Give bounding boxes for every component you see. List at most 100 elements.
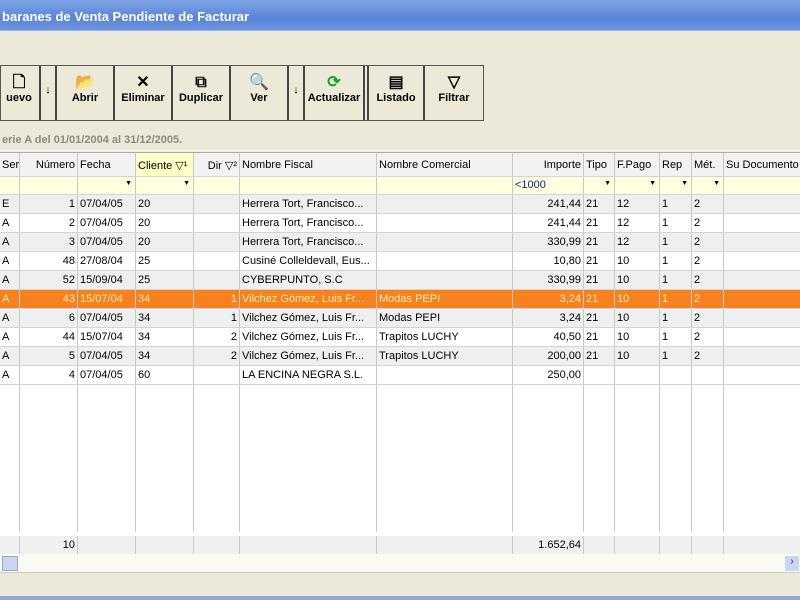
column-header[interactable]: Tipo [584, 153, 615, 176]
dropdown-arrow-icon[interactable]: ▼ [713, 180, 720, 187]
cell-2: 15/07/04 [78, 328, 136, 346]
cell-10 [660, 385, 692, 404]
cell-8 [584, 404, 615, 423]
table-row[interactable]: E 1 07/04/05 20 Herrera Tort, Francisco... 24… [0, 195, 800, 214]
dropdown-arrow-icon[interactable]: ▼ [649, 180, 656, 187]
dropdown-arrow-icon[interactable]: ▼ [183, 180, 190, 187]
empty-row[interactable] [0, 518, 800, 532]
table-row[interactable]: A 6 07/04/05 34 1 Vilchez Gómez, Luis Fr... Mo… [0, 309, 800, 328]
nuevo-dropdown-button[interactable]: ↓ [41, 66, 57, 120]
filter-cell[interactable] [20, 177, 78, 194]
duplicar-button[interactable]: ⧉ Duplicar [173, 66, 231, 120]
cell-9 [615, 442, 660, 461]
column-header[interactable]: Rep [660, 153, 692, 176]
cell-8 [584, 461, 615, 480]
table-row[interactable]: A 44 15/07/04 34 2 Vilchez Gómez, Luis Fr... T… [0, 328, 800, 347]
empty-row[interactable] [0, 480, 800, 499]
dropdown-arrow-icon[interactable]: ▼ [681, 180, 688, 187]
dropdown-arrow-icon[interactable]: ▼ [604, 180, 611, 187]
cell-9: 10 [615, 290, 660, 308]
cell-6 [377, 518, 513, 532]
cell-6 [377, 404, 513, 423]
cell-6 [377, 252, 513, 270]
table-row[interactable]: A 3 07/04/05 20 Herrera Tort, Francisco... 33… [0, 233, 800, 252]
empty-row[interactable] [0, 385, 800, 404]
empty-row[interactable] [0, 461, 800, 480]
cell-11 [692, 480, 724, 499]
filter-cell[interactable]: <1000 [513, 177, 584, 194]
empty-row[interactable] [0, 404, 800, 423]
column-header[interactable]: Ser [0, 153, 20, 176]
empty-row[interactable] [0, 442, 800, 461]
column-header[interactable]: Nombre Comercial [377, 153, 513, 176]
cell-4 [194, 499, 240, 518]
cell-7 [513, 385, 584, 404]
column-header[interactable]: Importe [513, 153, 584, 176]
column-header[interactable]: Número [20, 153, 78, 176]
column-header[interactable]: F.Pago [615, 153, 660, 176]
table-row[interactable]: A 48 27/08/04 25 Cusiné Colleldevall, Eus...… [0, 252, 800, 271]
filter-cell[interactable] [724, 177, 800, 194]
cell-7 [513, 461, 584, 480]
filter-cell[interactable] [240, 177, 377, 194]
cell-2: 07/04/05 [78, 366, 136, 384]
cell-11 [692, 518, 724, 532]
table-row[interactable]: A 43 15/07/04 34 1 Vilchez Gómez, Luis Fr... M… [0, 290, 800, 309]
abrir-button[interactable]: 📂 Abrir [57, 66, 115, 120]
cell-12 [724, 195, 800, 213]
table-row[interactable]: A 2 07/04/05 20 Herrera Tort, Francisco... 24… [0, 214, 800, 233]
filter-cell[interactable]: ▼ [136, 177, 194, 194]
table-row[interactable]: A 52 15/09/04 25 CYBERPUNTO, S.C 330,99 21 10 1 2 [0, 271, 800, 290]
filter-cell[interactable] [377, 177, 513, 194]
cell-8 [584, 423, 615, 442]
cell-5 [240, 442, 377, 461]
nuevo-button[interactable]: 🗋 uevo [0, 66, 41, 120]
filter-cell[interactable]: ▼ [78, 177, 136, 194]
horizontal-scrollbar[interactable]: › [0, 554, 800, 573]
scrollbar-thumb[interactable] [2, 556, 18, 571]
table-row[interactable]: A 5 07/04/05 34 2 Vilchez Gómez, Luis Fr... Tr… [0, 347, 800, 366]
filter-cell[interactable] [194, 177, 240, 194]
cell-2 [78, 385, 136, 404]
column-header[interactable]: Cliente ▽¹ [136, 153, 194, 176]
cell-7: 40,50 [513, 328, 584, 346]
cell-0: A [0, 233, 20, 251]
column-header[interactable]: Mét. [692, 153, 724, 176]
table-row[interactable]: A 4 07/04/05 60 LA ENCINA NEGRA S.L. 250,00 [0, 366, 800, 385]
cell-4 [194, 271, 240, 289]
ver-button[interactable]: 🔍 Ver [231, 66, 289, 120]
cell-12 [724, 347, 800, 365]
eliminar-button[interactable]: ✕ Eliminar [115, 66, 173, 120]
totals-row[interactable]: 10 1.652,64 [0, 536, 800, 555]
cell-7: 3,24 [513, 309, 584, 327]
cell-5 [240, 518, 377, 532]
empty-row[interactable] [0, 423, 800, 442]
cell-3: 34 [136, 347, 194, 365]
filter-cell[interactable]: ▼ [692, 177, 724, 194]
filter-row[interactable]: ▼ ▼ <1000 ▼ ▼ ▼ ▼ [0, 177, 800, 195]
column-header[interactable]: Su Documento [724, 153, 800, 176]
column-header[interactable]: Nombre Fiscal [240, 153, 377, 176]
filter-cell[interactable]: ▼ [660, 177, 692, 194]
data-grid[interactable]: Ser Número Fecha Cliente ▽¹ Dir ▽² Nombre Fis… [0, 152, 800, 555]
column-header[interactable]: Dir ▽² [194, 153, 240, 176]
cell-5 [240, 404, 377, 423]
filter-cell[interactable]: ▼ [584, 177, 615, 194]
toolbar: 🗋 uevo ↓ 📂 Abrir ✕ Eliminar ⧉ Duplicar 🔍 Ver … [0, 65, 484, 121]
filter-cell[interactable] [0, 177, 20, 194]
cell-10: 1 [660, 252, 692, 270]
header-row[interactable]: Ser Número Fecha Cliente ▽¹ Dir ▽² Nombre Fis… [0, 153, 800, 177]
empty-row[interactable] [0, 499, 800, 518]
column-header[interactable]: Fecha [78, 153, 136, 176]
filtrar-button[interactable]: ▽ Filtrar [425, 66, 483, 120]
cell-1 [20, 423, 78, 442]
cell-11: 2 [692, 252, 724, 270]
scroll-right-icon[interactable]: › [785, 556, 799, 571]
ver-dropdown-button[interactable]: ↓ [289, 66, 305, 120]
cell-1: 5 [20, 347, 78, 365]
cell-3: 25 [136, 252, 194, 270]
dropdown-arrow-icon[interactable]: ▼ [125, 180, 132, 187]
actualizar-button[interactable]: ⟳ Actualizar [305, 66, 365, 120]
filter-cell[interactable]: ▼ [615, 177, 660, 194]
listado-button[interactable]: ▤ Listado [367, 66, 425, 120]
